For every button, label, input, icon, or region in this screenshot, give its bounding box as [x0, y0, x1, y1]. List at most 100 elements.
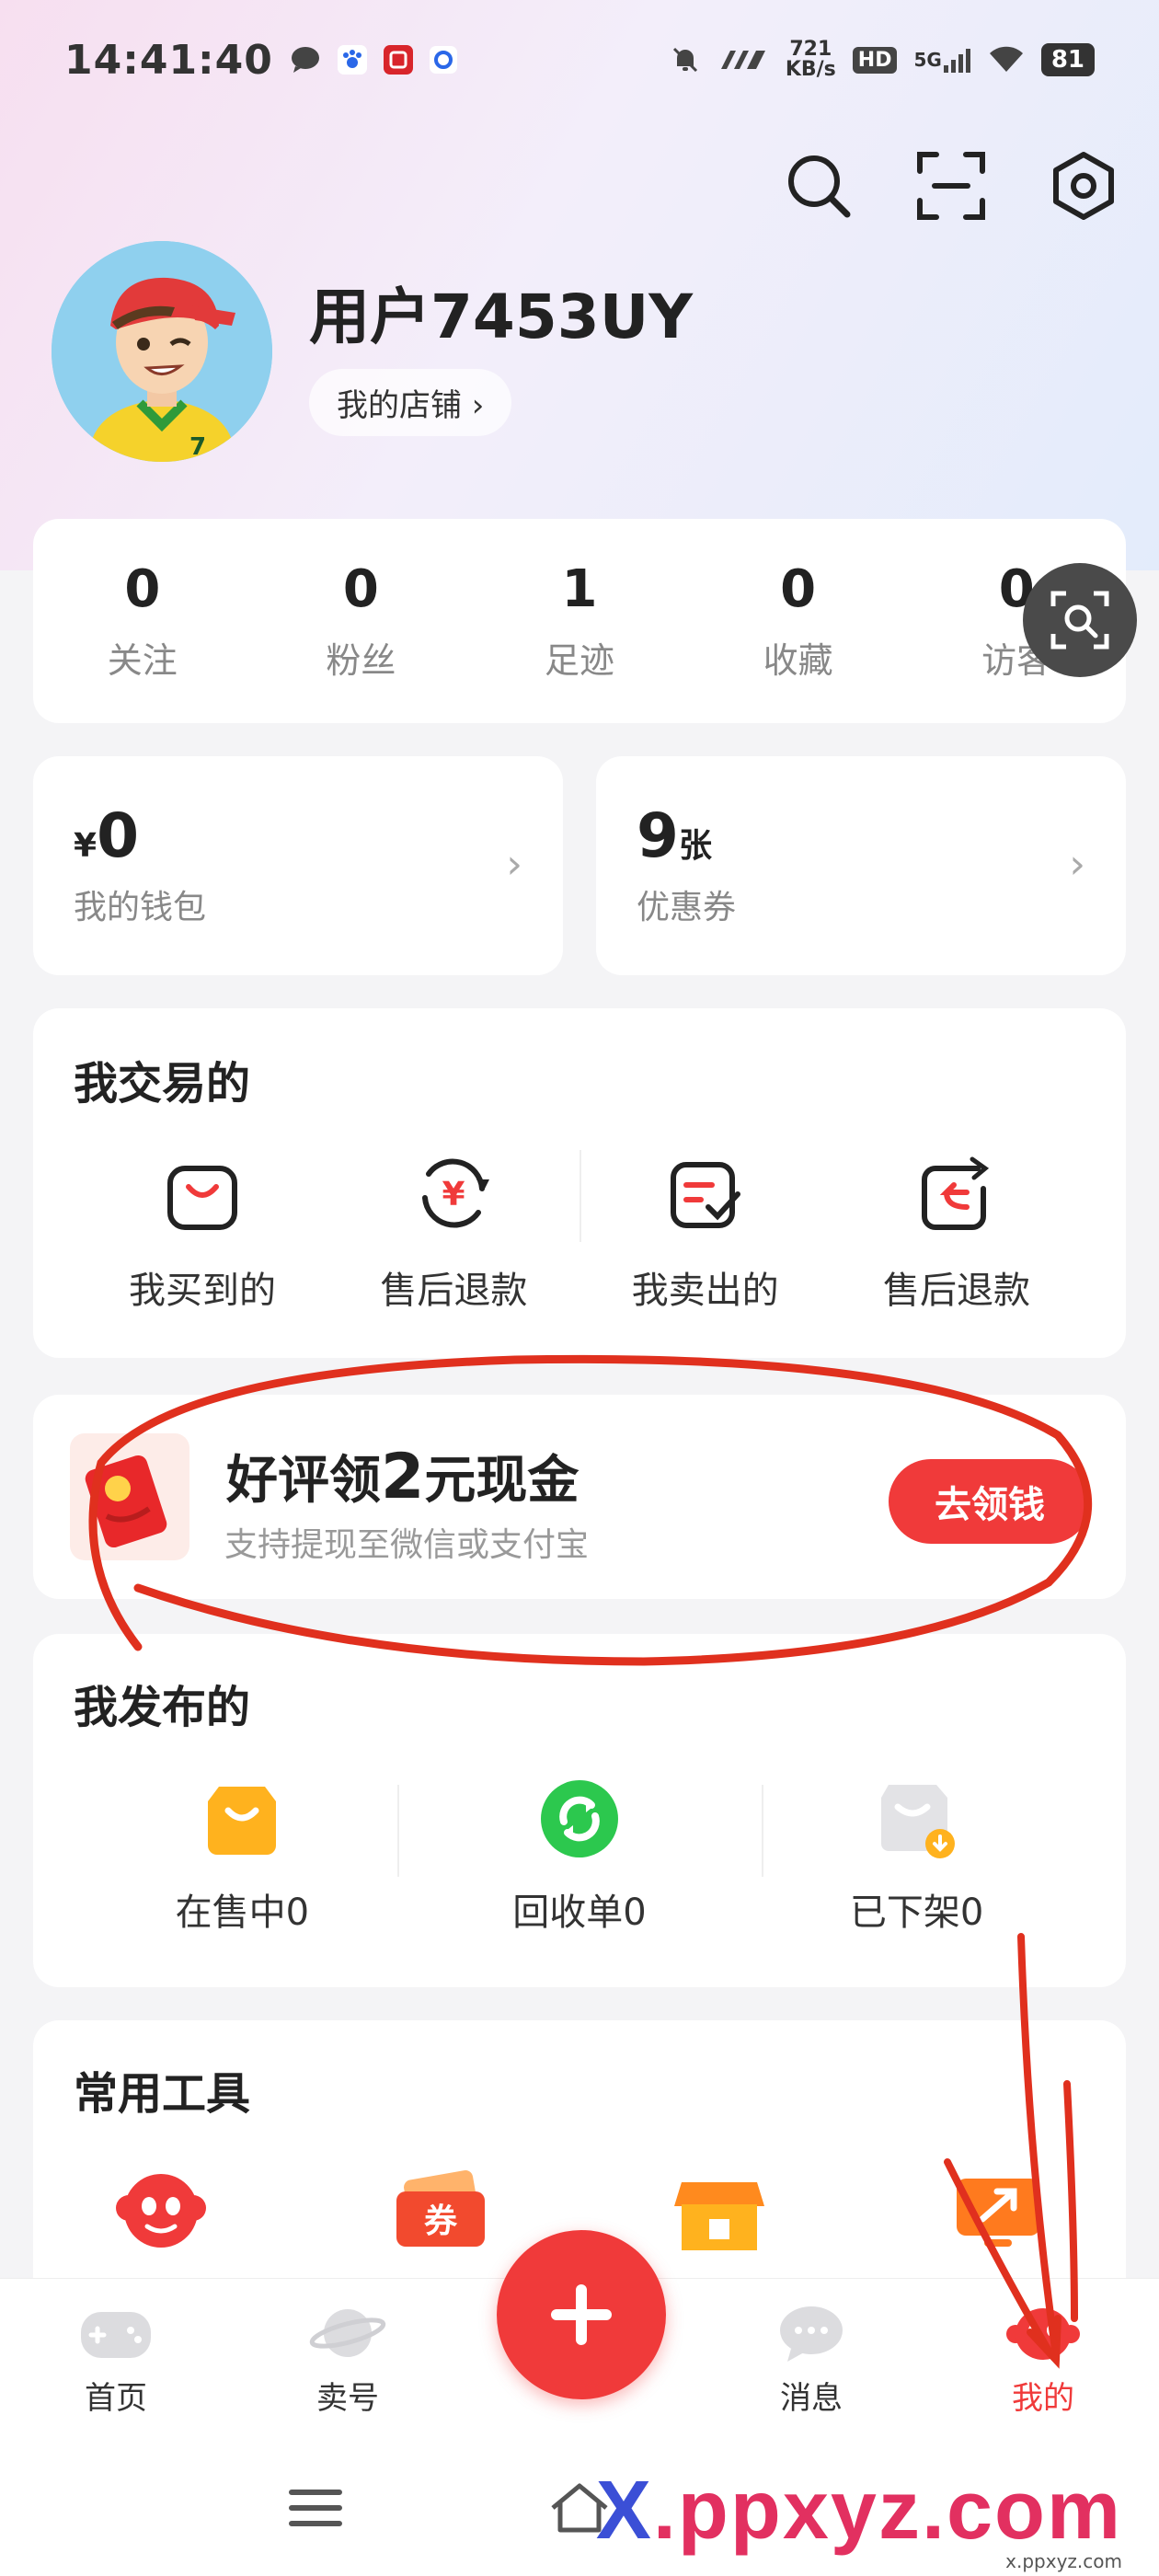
- plus-icon: [551, 2284, 612, 2345]
- chevron-right-icon: ›: [1069, 841, 1085, 888]
- username: 用户7453UY: [309, 281, 694, 352]
- published-on-sale[interactable]: 在售中0: [86, 1777, 398, 1936]
- screenshot-scan-icon: [1050, 591, 1109, 650]
- avatar[interactable]: 7: [52, 241, 272, 462]
- promo-subtitle: 支持提现至微信或支付宝: [224, 1526, 590, 1564]
- wallet-label: 我的钱包: [74, 889, 207, 926]
- yuan-refresh-icon: ¥: [412, 1152, 495, 1235]
- network-speed-value: 721: [789, 38, 832, 61]
- tab-label: 卖号: [316, 2380, 379, 2417]
- paw-app-icon: [337, 45, 367, 75]
- coupon-unit: 张: [678, 827, 712, 865]
- search-icon[interactable]: [780, 147, 857, 224]
- recycle-icon: [538, 1777, 621, 1860]
- published-label: 回收单0: [512, 1892, 647, 1934]
- signal-label: 5G: [913, 49, 942, 71]
- coupon-ticket-icon[interactable]: 券: [389, 2160, 490, 2261]
- promo-title-suffix: 元现金: [424, 1451, 580, 1511]
- avatar-jersey-number: 7: [189, 433, 206, 461]
- wallet-amount: 0: [97, 800, 139, 871]
- stat-value: 0: [342, 559, 379, 619]
- trade-item-refund-sell[interactable]: 售后退款: [837, 1152, 1076, 1314]
- tab-mine[interactable]: 我的: [960, 2303, 1126, 2418]
- my-shop-button[interactable]: 我的店铺 ›: [309, 368, 512, 436]
- published-label: 已下架0: [849, 1892, 984, 1934]
- gamepad-icon: [77, 2303, 155, 2363]
- mute-bell-icon: [670, 44, 701, 75]
- site-watermark: X.ppxyz.com: [596, 2464, 1122, 2559]
- store-icon[interactable]: [669, 2160, 770, 2261]
- tab-label: 消息: [780, 2380, 843, 2417]
- claim-cash-button[interactable]: 去领钱: [889, 1459, 1091, 1544]
- wallet-card[interactable]: ¥0 我的钱包 ›: [33, 756, 563, 975]
- promo-title: 好评领2元现金: [226, 1439, 579, 1513]
- status-time: 14:41:40: [64, 36, 273, 84]
- status-left: 14:41:40: [64, 37, 457, 84]
- published-recycle[interactable]: 回收单0: [423, 1777, 736, 1936]
- published-divider: [762, 1785, 763, 1877]
- trade-label: 售后退款: [882, 1270, 1030, 1312]
- my-published-card: 我发布的 在售中0 回收单0 已下架0: [33, 1634, 1126, 1987]
- currency-symbol: ¥: [74, 827, 98, 865]
- my-published-title: 我发布的: [74, 1682, 251, 1733]
- coupon-number: 9: [637, 800, 679, 871]
- stat-favorites[interactable]: 0 收藏: [706, 559, 890, 683]
- red-envelope-icon: [70, 1433, 189, 1560]
- published-off-shelf[interactable]: 已下架0: [761, 1777, 1073, 1936]
- trade-label: 我买到的: [129, 1270, 276, 1312]
- trade-divider: [580, 1150, 581, 1242]
- stat-value: 1: [561, 559, 598, 619]
- stat-fans[interactable]: 0 粉丝: [269, 559, 453, 683]
- status-bar: 14:41:40 721 KB/s HD 5G 81: [0, 0, 1159, 120]
- profile-header: 7 用户7453UY 我的店铺 ›: [52, 241, 693, 462]
- trade-item-sold[interactable]: 我卖出的: [586, 1152, 825, 1314]
- trade-label: 售后退款: [380, 1270, 528, 1312]
- coupon-count: 9张: [637, 800, 1085, 871]
- promo-title-amount: 2: [381, 1441, 425, 1513]
- stat-label: 收藏: [763, 640, 833, 681]
- my-trades-title: 我交易的: [74, 1058, 251, 1110]
- order-check-icon: [664, 1152, 747, 1235]
- coupons-label: 优惠券: [637, 889, 737, 926]
- network-speed: 721 KB/s: [786, 40, 836, 80]
- tab-label: 我的: [1012, 2380, 1074, 2417]
- promo-title-prefix: 好评领: [226, 1451, 381, 1511]
- status-right: 721 KB/s HD 5G 81: [670, 40, 1095, 80]
- stat-footprint[interactable]: 1 足迹: [488, 559, 671, 683]
- trade-label: 我卖出的: [631, 1270, 779, 1312]
- trade-item-bought[interactable]: 我买到的: [83, 1152, 322, 1314]
- message-bubble-icon: [773, 2303, 850, 2363]
- stat-label: 粉丝: [326, 640, 396, 681]
- red-app-icon: [383, 45, 413, 75]
- menu-icon[interactable]: [274, 2476, 357, 2540]
- published-label: 在售中0: [175, 1892, 310, 1934]
- coupons-card[interactable]: 9张 优惠券 ›: [596, 756, 1126, 975]
- screen-share-icon[interactable]: [947, 2160, 1049, 2261]
- stats-card: 0 关注 0 粉丝 1 足迹 0 收藏 0 访客: [33, 519, 1126, 723]
- settings-icon[interactable]: [1045, 147, 1122, 224]
- tab-sell-account[interactable]: 卖号: [265, 2303, 430, 2418]
- customer-service-icon[interactable]: [110, 2160, 212, 2261]
- stat-label: 足迹: [544, 640, 614, 681]
- signal-icon: 5G: [913, 47, 970, 73]
- publish-plus-button[interactable]: [497, 2230, 666, 2399]
- svg-text:¥: ¥: [442, 1176, 465, 1213]
- tab-messages[interactable]: 消息: [729, 2303, 894, 2418]
- floating-screenshot-scan-button[interactable]: [1023, 563, 1137, 677]
- on-sale-bag-icon: [201, 1777, 283, 1860]
- return-bag-icon: [915, 1152, 998, 1235]
- hd-badge: HD: [852, 46, 898, 74]
- carrier-logo-icon: [717, 47, 769, 73]
- tab-publish[interactable]: [497, 2230, 666, 2399]
- trade-item-refund-buy[interactable]: ¥ 售后退款: [334, 1152, 573, 1314]
- promo-banner[interactable]: 好评领2元现金 支持提现至微信或支付宝 去领钱: [33, 1395, 1126, 1599]
- planet-icon: [309, 2303, 386, 2363]
- stat-value: 0: [780, 559, 817, 619]
- stat-following[interactable]: 0 关注: [51, 559, 235, 683]
- watermark-text: .ppxyz.com: [652, 2465, 1122, 2557]
- tab-home[interactable]: 首页: [33, 2303, 199, 2418]
- stat-value: 0: [124, 559, 161, 619]
- scan-icon[interactable]: [912, 147, 990, 224]
- blue-app-icon: [429, 46, 457, 74]
- tab-label: 首页: [85, 2380, 147, 2417]
